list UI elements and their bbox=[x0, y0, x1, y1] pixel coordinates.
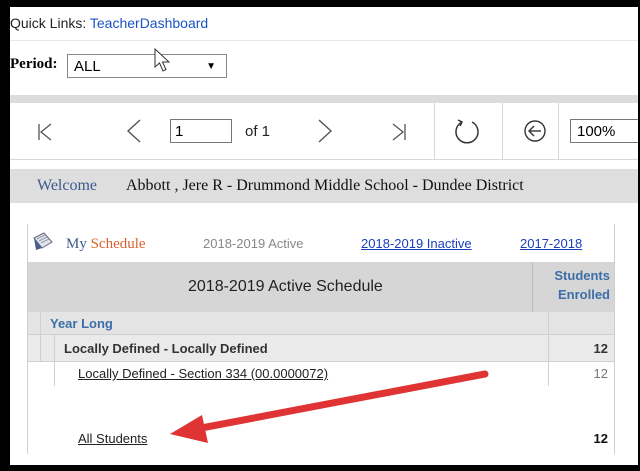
previous-page-icon[interactable] bbox=[127, 119, 141, 143]
students-header-line2: Enrolled bbox=[557, 287, 610, 302]
divider bbox=[10, 40, 638, 41]
grid-line bbox=[40, 312, 41, 362]
welcome-bar: Welcome Abbott , Jere R - Drummond Middl… bbox=[10, 169, 638, 203]
period-value: ALL bbox=[74, 58, 101, 75]
course-group-label: Locally Defined - Locally Defined bbox=[64, 341, 268, 356]
schedule-panel: My Schedule 2018-2019 Active 2018-2019 I… bbox=[27, 224, 615, 454]
next-page-icon[interactable] bbox=[318, 119, 332, 143]
course-group-count: 12 bbox=[593, 341, 608, 356]
refresh-icon[interactable] bbox=[452, 117, 482, 147]
tab-2017-2018[interactable]: 2017-2018 bbox=[520, 236, 582, 251]
my-label: My bbox=[66, 236, 87, 252]
all-students-link[interactable]: All Students bbox=[78, 431, 147, 446]
tab-2018-2019-active[interactable]: 2018-2019 Active bbox=[203, 236, 303, 251]
welcome-label: Welcome bbox=[37, 177, 98, 194]
period-label: Period: bbox=[10, 56, 58, 72]
grid-line bbox=[548, 312, 549, 386]
toolbar-separator bbox=[558, 103, 559, 159]
quick-links-label: Quick Links: bbox=[10, 15, 87, 31]
zoom-select[interactable]: 100% bbox=[570, 119, 638, 143]
grid-line bbox=[54, 334, 55, 386]
year-long-row: Year Long bbox=[28, 312, 614, 334]
table-row: Locally Defined - Locally Defined 12 bbox=[28, 334, 614, 362]
my-schedule-title: My Schedule bbox=[66, 236, 146, 253]
page-number-input[interactable]: 1 bbox=[170, 119, 232, 143]
students-enrolled-header: Students Enrolled bbox=[536, 266, 610, 304]
app-window: Quick Links: TeacherDashboard Period: AL… bbox=[10, 7, 638, 465]
page-count: of 1 bbox=[245, 123, 271, 140]
back-icon[interactable] bbox=[523, 119, 547, 143]
toolbar-separator bbox=[502, 103, 503, 159]
students-header-line1: Students bbox=[554, 268, 610, 283]
header-separator bbox=[532, 262, 533, 312]
report-toolbar: 1 of 1 100% bbox=[10, 103, 638, 160]
quick-links: Quick Links: TeacherDashboard bbox=[10, 15, 208, 31]
schedule-header: 2018-2019 Active Schedule Students Enrol… bbox=[28, 262, 614, 312]
section-link[interactable]: Locally Defined - Section 334 (00.000007… bbox=[78, 366, 328, 381]
user-info: Abbott , Jere R - Drummond Middle School… bbox=[126, 177, 524, 194]
schedule-tabs: My Schedule 2018-2019 Active 2018-2019 I… bbox=[28, 224, 614, 262]
schedule-label: Schedule bbox=[90, 236, 146, 252]
table-row: Locally Defined - Section 334 (00.000007… bbox=[28, 362, 614, 386]
section-count: 12 bbox=[593, 366, 608, 381]
all-students-row: All Students 12 bbox=[28, 427, 614, 449]
mouse-cursor-icon bbox=[154, 48, 171, 72]
period-select[interactable]: ALL ▼ bbox=[67, 54, 227, 78]
year-long-label: Year Long bbox=[50, 316, 113, 331]
first-page-icon[interactable] bbox=[38, 123, 52, 141]
toolbar-separator bbox=[434, 103, 435, 159]
last-page-icon[interactable] bbox=[392, 123, 406, 141]
schedule-title: 2018-2019 Active Schedule bbox=[188, 278, 383, 295]
teacher-dashboard-link[interactable]: TeacherDashboard bbox=[90, 15, 208, 31]
tab-2018-2019-inactive[interactable]: 2018-2019 Inactive bbox=[361, 236, 472, 251]
all-students-count: 12 bbox=[593, 431, 608, 446]
schedule-icon bbox=[33, 232, 53, 250]
dropdown-arrow-icon: ▼ bbox=[206, 61, 216, 72]
toolbar-top-bar bbox=[10, 95, 638, 103]
